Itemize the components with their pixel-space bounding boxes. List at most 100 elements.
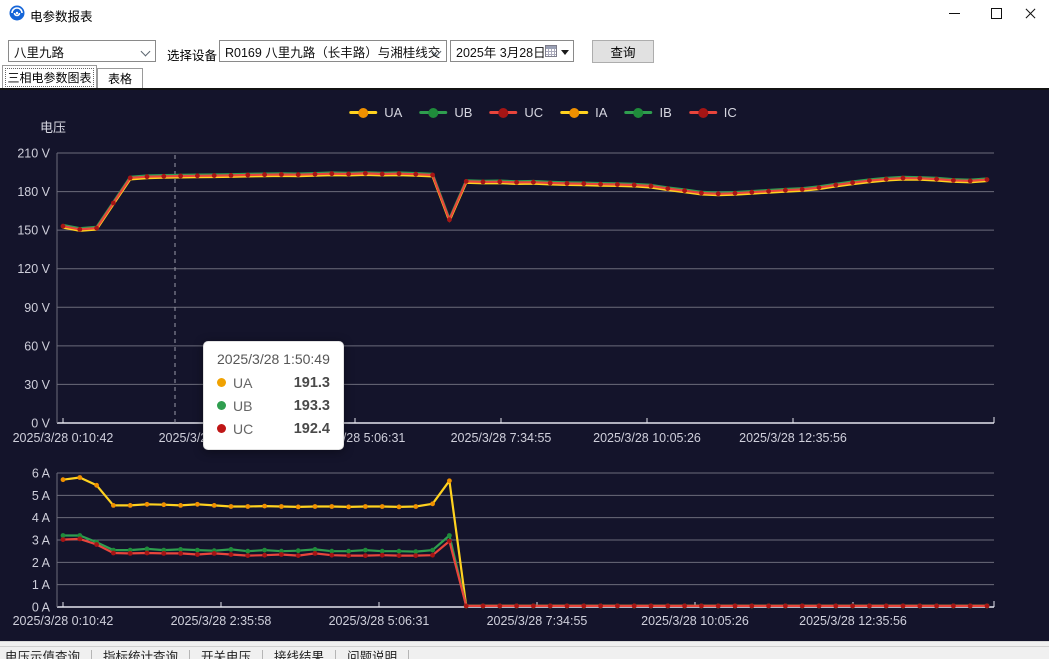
data-point-IC[interactable] [481, 604, 486, 609]
data-point-IC[interactable] [346, 553, 351, 558]
data-point-UC[interactable] [329, 171, 334, 176]
charts-canvas[interactable]: 210 V180 V150 V120 V90 V60 V30 V0 V2025/… [0, 90, 1049, 641]
series-line-IB[interactable] [63, 536, 987, 606]
data-point-IB[interactable] [346, 549, 351, 554]
data-point-UC[interactable] [279, 172, 284, 177]
data-point-IC[interactable] [363, 553, 368, 558]
data-point-UC[interactable] [665, 186, 670, 191]
legend-item-IB[interactable]: IB [624, 105, 671, 120]
data-point-IC[interactable] [968, 604, 973, 609]
data-point-UC[interactable] [296, 172, 301, 177]
data-point-IB[interactable] [245, 549, 250, 554]
data-point-IC[interactable] [699, 604, 704, 609]
data-point-IB[interactable] [447, 533, 452, 538]
data-point-UC[interactable] [682, 188, 687, 193]
data-point-IC[interactable] [397, 553, 402, 558]
data-point-UC[interactable] [447, 217, 452, 222]
data-point-UC[interactable] [481, 180, 486, 185]
data-point-UC[interactable] [867, 178, 872, 183]
data-point-IA[interactable] [413, 504, 418, 509]
data-point-UC[interactable] [615, 182, 620, 187]
data-point-UC[interactable] [783, 188, 788, 193]
data-point-IC[interactable] [464, 604, 469, 609]
data-point-UC[interactable] [229, 173, 234, 178]
data-point-UC[interactable] [94, 226, 99, 231]
data-point-UC[interactable] [397, 171, 402, 176]
data-point-UC[interactable] [531, 180, 536, 185]
data-point-IB[interactable] [195, 548, 200, 553]
data-point-UC[interactable] [61, 224, 66, 229]
region-select[interactable]: 八里九路 [8, 40, 156, 62]
data-point-IA[interactable] [346, 505, 351, 510]
data-point-IB[interactable] [229, 547, 234, 552]
data-point-IA[interactable] [128, 503, 133, 508]
close-button[interactable] [1013, 0, 1047, 26]
data-point-IC[interactable] [413, 553, 418, 558]
data-point-IA[interactable] [447, 478, 452, 483]
data-point-UC[interactable] [111, 201, 116, 206]
data-point-IA[interactable] [94, 483, 99, 488]
data-point-UC[interactable] [581, 181, 586, 186]
data-point-IB[interactable] [363, 548, 368, 553]
data-point-UC[interactable] [464, 179, 469, 184]
data-point-IC[interactable] [548, 604, 553, 609]
data-point-IC[interactable] [598, 604, 603, 609]
data-point-IC[interactable] [716, 604, 721, 609]
data-point-UC[interactable] [313, 172, 318, 177]
data-point-IA[interactable] [363, 504, 368, 509]
data-point-IC[interactable] [649, 604, 654, 609]
data-point-IA[interactable] [145, 502, 150, 507]
data-point-IC[interactable] [497, 604, 502, 609]
data-point-IA[interactable] [111, 503, 116, 508]
data-point-IA[interactable] [178, 503, 183, 508]
tab-three-phase-chart[interactable]: 三相电参数图表 [2, 65, 97, 88]
data-point-IB[interactable] [430, 548, 435, 553]
data-point-IA[interactable] [229, 504, 234, 509]
legend-item-UB[interactable]: UB [419, 105, 472, 120]
data-point-IA[interactable] [279, 504, 284, 509]
data-point-IA[interactable] [161, 502, 166, 507]
data-point-IC[interactable] [833, 604, 838, 609]
data-point-UC[interactable] [901, 176, 906, 181]
data-point-IA[interactable] [313, 504, 318, 509]
data-point-IC[interactable] [279, 552, 284, 557]
data-point-IC[interactable] [178, 551, 183, 556]
data-point-IC[interactable] [934, 604, 939, 609]
data-point-IB[interactable] [296, 548, 301, 553]
data-point-UC[interactable] [951, 178, 956, 183]
data-point-IC[interactable] [296, 553, 301, 558]
data-point-IA[interactable] [380, 504, 385, 509]
data-point-IC[interactable] [733, 604, 738, 609]
data-point-IC[interactable] [901, 604, 906, 609]
data-point-IC[interactable] [229, 552, 234, 557]
data-point-UC[interactable] [380, 172, 385, 177]
tab-table[interactable]: 表格 [97, 68, 143, 88]
data-point-IB[interactable] [262, 548, 267, 553]
data-point-IB[interactable] [397, 549, 402, 554]
data-point-UC[interactable] [161, 174, 166, 179]
data-point-IA[interactable] [329, 504, 334, 509]
data-point-UC[interactable] [413, 172, 418, 177]
data-point-UC[interactable] [699, 191, 704, 196]
data-point-IC[interactable] [531, 604, 536, 609]
data-point-UC[interactable] [548, 181, 553, 186]
data-point-IB[interactable] [145, 547, 150, 552]
data-point-UC[interactable] [800, 187, 805, 192]
data-point-UC[interactable] [77, 227, 82, 232]
data-point-UC[interactable] [934, 177, 939, 182]
legend-item-UA[interactable]: UA [349, 105, 402, 120]
data-point-IA[interactable] [262, 504, 267, 509]
data-point-IC[interactable] [783, 604, 788, 609]
series-line-IA[interactable] [63, 478, 987, 606]
data-point-IA[interactable] [296, 505, 301, 510]
data-point-IC[interactable] [161, 551, 166, 556]
data-point-UC[interactable] [749, 190, 754, 195]
data-point-UC[interactable] [817, 185, 822, 190]
data-point-IC[interactable] [581, 604, 586, 609]
data-point-UC[interactable] [917, 176, 922, 181]
data-point-IB[interactable] [61, 533, 66, 538]
data-point-UC[interactable] [833, 183, 838, 188]
data-point-UC[interactable] [766, 189, 771, 194]
data-point-IC[interactable] [951, 604, 956, 609]
data-point-IC[interactable] [867, 604, 872, 609]
